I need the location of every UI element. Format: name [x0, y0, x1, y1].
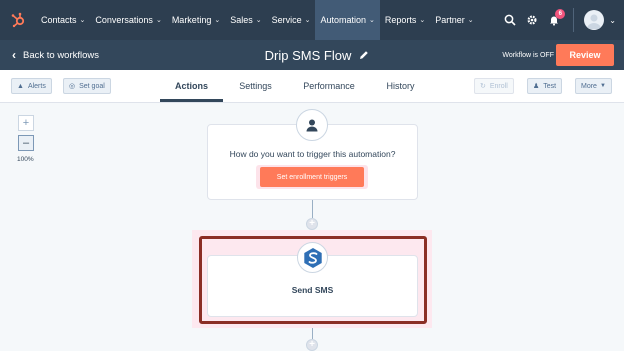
workflow-toolbar: ▲ Alerts ◎ Set goal Actions Settings Per…: [0, 70, 624, 103]
test-label: Test: [543, 82, 557, 90]
more-dropdown-button[interactable]: More ▼: [575, 78, 612, 94]
back-to-workflows-link[interactable]: ‹ Back to workflows: [12, 40, 99, 70]
alerts-button[interactable]: ▲ Alerts: [11, 78, 52, 94]
tab-actions[interactable]: Actions: [160, 70, 223, 102]
more-label: More: [581, 82, 597, 90]
tab-label: Actions: [174, 81, 208, 91]
user-avatar[interactable]: [584, 10, 605, 30]
tab-history[interactable]: History: [376, 70, 425, 102]
enroll-button[interactable]: ↻ Enroll: [474, 78, 514, 94]
workflow-header: ‹ Back to workflows Drip SMS Flow Workfl…: [0, 40, 624, 70]
tab-label: Settings: [239, 81, 272, 91]
tab-label: Performance: [303, 81, 355, 91]
add-action-plus-icon[interactable]: +: [306, 218, 318, 230]
nav-item-contacts[interactable]: Contacts ⌄: [36, 0, 90, 40]
workflow-title: Drip SMS Flow: [264, 47, 352, 63]
zoom-level: 100%: [17, 156, 34, 163]
chevron-down-icon: ⌄: [155, 17, 162, 24]
nav-item-reports[interactable]: Reports ⌄: [380, 0, 430, 40]
chevron-down-icon: ⌄: [419, 17, 426, 24]
test-button[interactable]: ♟ Test: [527, 78, 563, 94]
review-button[interactable]: Review: [556, 44, 614, 66]
tab-settings[interactable]: Settings: [228, 70, 283, 102]
nav-divider: [573, 8, 575, 32]
contact-person-icon: [296, 109, 328, 141]
warning-icon: ▲: [17, 82, 24, 90]
zoom-controls: + – 100%: [17, 115, 34, 163]
hubspot-logo-icon[interactable]: [3, 0, 33, 40]
nav-item-marketing[interactable]: Marketing ⌄: [167, 0, 225, 40]
top-navigation-bar: Contacts ⌄ Conversations ⌄ Marketing ⌄ Sale…: [0, 0, 624, 40]
tab-label: History: [386, 81, 415, 91]
nav-item-label: Reports: [384, 15, 417, 25]
nav-item-label: Service: [271, 15, 302, 25]
sms-app-logo-icon: [297, 242, 328, 273]
chevron-down-icon: ⌄: [369, 17, 375, 24]
tab-performance[interactable]: Performance: [293, 70, 365, 102]
edit-pencil-icon[interactable]: [359, 50, 369, 60]
nav-item-automation[interactable]: Automation ⌄: [315, 0, 380, 40]
nav-item-label: Sales: [230, 15, 253, 25]
person-icon: ♟: [533, 83, 540, 90]
nav-item-label: Conversations: [95, 15, 153, 25]
chevron-down-icon: ⌄: [467, 17, 474, 24]
add-action-plus-icon[interactable]: +: [306, 339, 318, 351]
nav-item-label: Automation: [320, 15, 367, 25]
target-icon: ◎: [69, 83, 76, 90]
chevron-down-icon: ⌄: [255, 17, 262, 24]
set-goal-label: Set goal: [79, 82, 105, 90]
notification-count-badge: 6: [555, 9, 566, 19]
alerts-label: Alerts: [27, 82, 46, 90]
enroll-label: Enroll: [489, 82, 508, 90]
flow-connector-line: [312, 200, 313, 218]
set-goal-button[interactable]: ◎ Set goal: [63, 78, 111, 94]
chevron-down-icon: ⌄: [304, 17, 311, 24]
back-link-label: Back to workflows: [23, 49, 100, 61]
chevron-down-icon[interactable]: ⌄: [609, 16, 616, 25]
nav-item-sales[interactable]: Sales ⌄: [225, 0, 266, 40]
notifications-bell-icon[interactable]: 6: [543, 0, 566, 40]
search-icon[interactable]: [499, 0, 521, 40]
nav-item-partner[interactable]: Partner ⌄: [430, 0, 478, 40]
zoom-out-button[interactable]: –: [18, 135, 34, 151]
chevron-down-icon: ⌄: [79, 17, 86, 24]
zoom-in-button[interactable]: +: [18, 115, 34, 131]
workflow-status-text: Workflow is OFF: [502, 51, 554, 59]
trigger-question: How do you want to trigger this automati…: [229, 149, 396, 159]
nav-item-service[interactable]: Service ⌄: [267, 0, 316, 40]
chevron-down-icon: ⌄: [214, 17, 221, 24]
caret-down-icon: ▼: [599, 83, 606, 89]
set-enrollment-triggers-button[interactable]: Set enrollment triggers: [260, 167, 364, 187]
nav-item-label: Marketing: [171, 15, 212, 25]
nav-item-conversations[interactable]: Conversations ⌄: [90, 0, 166, 40]
nav-item-label: Partner: [435, 15, 465, 25]
nav-item-label: Contacts: [41, 15, 77, 25]
chevron-left-icon: ‹: [12, 48, 16, 62]
action-label: Send SMS: [291, 285, 334, 295]
refresh-icon: ↻: [480, 83, 486, 90]
settings-gear-icon[interactable]: [521, 0, 543, 40]
